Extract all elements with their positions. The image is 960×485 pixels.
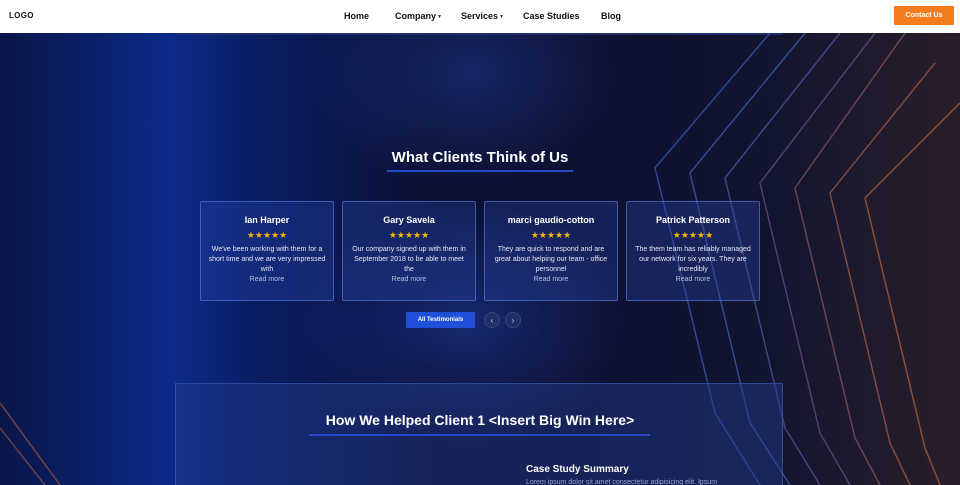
chevron-down-icon: ▼ xyxy=(437,13,442,20)
testimonials-title: What Clients Think of Us xyxy=(391,149,569,166)
reviewer-name: Ian Harper xyxy=(244,215,290,225)
testimonial-card: marci gaudio-cotton ★★★★★ They are quick… xyxy=(484,201,618,301)
nav-item-services[interactable]: Services▼ xyxy=(461,11,504,21)
nav-label: Home xyxy=(344,11,370,21)
nav-item-blog[interactable]: Blog xyxy=(601,11,621,21)
case-study-summary-heading: Case Study Summary xyxy=(526,464,629,475)
star-rating-icon: ★★★★★ xyxy=(388,230,430,240)
reviewer-name: Patrick Patterson xyxy=(655,215,731,225)
read-more-link[interactable]: Read more xyxy=(343,276,475,283)
review-text: We've been working with them for a short… xyxy=(208,246,326,273)
case-study-summary-text: Lorem ipsum dolor sit amet consectetur a… xyxy=(526,479,718,485)
nav-item-case-studies[interactable]: Case Studies xyxy=(523,11,580,21)
star-rating-icon: ★★★★★ xyxy=(246,230,288,240)
reviewer-name: marci gaudio-cotton xyxy=(507,215,595,225)
read-more-link[interactable]: Read more xyxy=(627,276,759,283)
review-text: They are quick to respond and are great … xyxy=(494,246,608,273)
review-text: The them team has reliably managed our n… xyxy=(635,246,751,273)
chevron-left-icon[interactable]: ‹ xyxy=(484,312,500,328)
nav-label: Blog xyxy=(601,11,621,21)
main-menu: Home Company▼ Services▼ Case Studies Blo… xyxy=(0,11,960,23)
star-rating-icon: ★★★★★ xyxy=(530,230,572,240)
contact-us-button[interactable]: Contact Us xyxy=(894,6,954,25)
hero-section: What Clients Think of Us Ian Harper ★★★★… xyxy=(0,33,960,485)
reviewer-name: Gary Savela xyxy=(383,215,435,225)
chevron-down-icon: ▼ xyxy=(499,13,504,20)
nav-label: Case Studies xyxy=(523,11,580,21)
read-more-link[interactable]: Read more xyxy=(201,276,333,283)
nav-label: Company xyxy=(395,11,437,21)
title-underline xyxy=(309,434,650,436)
testimonial-card: Gary Savela ★★★★★ Our company signed up … xyxy=(342,201,476,301)
testimonial-card: Patrick Patterson ★★★★★ The them team ha… xyxy=(626,201,760,301)
read-more-link[interactable]: Read more xyxy=(485,276,617,283)
title-underline xyxy=(387,170,573,172)
case-study-title: How We Helped Client 1 <Insert Big Win H… xyxy=(325,412,635,428)
nav-label: Services xyxy=(461,11,499,21)
chevron-right-icon[interactable]: › xyxy=(505,312,521,328)
nav-item-home[interactable]: Home xyxy=(344,11,369,21)
all-testimonials-button[interactable]: All Testimonials xyxy=(406,312,475,328)
testimonial-card: Ian Harper ★★★★★ We've been working with… xyxy=(200,201,334,301)
nav-item-company[interactable]: Company▼ xyxy=(395,11,442,21)
top-navbar: LOGO Home Company▼ Services▼ Case Studie… xyxy=(0,0,960,33)
review-text: Our company signed up with them in Septe… xyxy=(352,246,466,273)
star-rating-icon: ★★★★★ xyxy=(672,230,714,240)
